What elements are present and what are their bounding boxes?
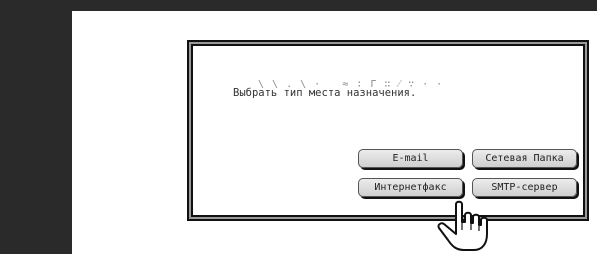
destination-type-dialog: \ \ . \ · ≈ ∶ Γ ∷ ⁄ ∵ · · Выбрать тип ме…: [187, 40, 589, 221]
left-frame-bar: [0, 0, 72, 254]
hand-pointer-icon: [437, 200, 488, 251]
smtp-server-button[interactable]: SMTP-сервер: [472, 178, 577, 197]
top-frame-bar: [72, 0, 597, 11]
network-folder-button[interactable]: Сетевая Папка: [472, 149, 577, 168]
dialog-panel: \ \ . \ · ≈ ∶ Γ ∷ ⁄ ∵ · · Выбрать тип ме…: [191, 44, 585, 217]
internet-fax-button[interactable]: Интернетфакс: [358, 178, 463, 197]
dialog-prompt: Выбрать тип места назначения.: [233, 87, 417, 99]
email-button[interactable]: E-mail: [358, 149, 463, 168]
